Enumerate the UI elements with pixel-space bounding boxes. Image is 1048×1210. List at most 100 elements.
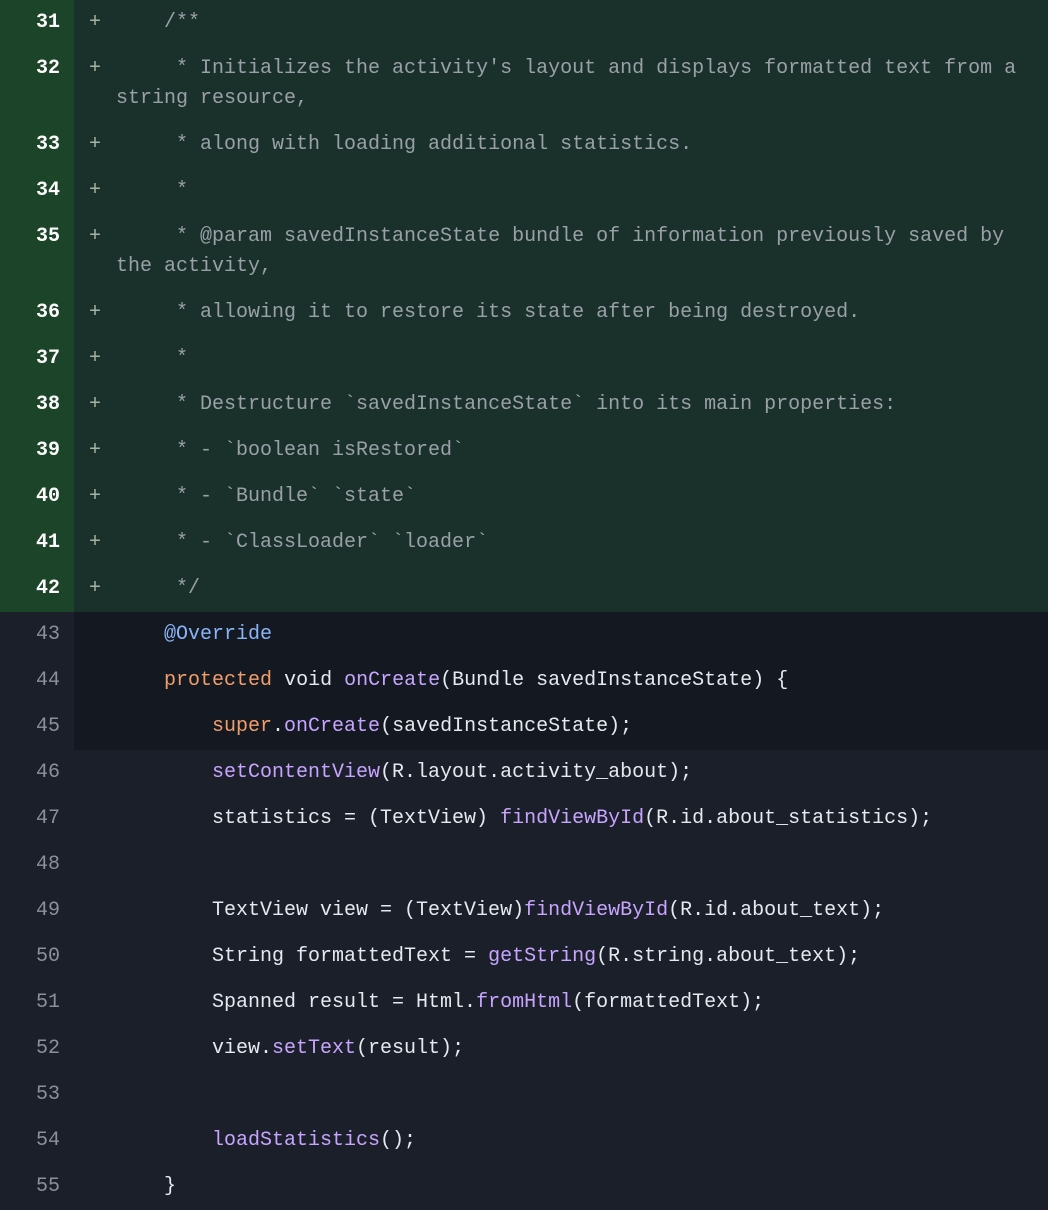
diff-marker <box>74 796 116 842</box>
diff-line[interactable]: 51 Spanned result = Html.fromHtml(format… <box>0 980 1048 1026</box>
diff-line[interactable]: 53 <box>0 1072 1048 1118</box>
code-cell[interactable]: setContentView(R.layout.activity_about); <box>116 750 1048 796</box>
line-number[interactable]: 32 <box>0 46 74 122</box>
line-number[interactable]: 44 <box>0 658 74 704</box>
line-number[interactable]: 33 <box>0 122 74 168</box>
diff-line[interactable]: 34+ * <box>0 168 1048 214</box>
code-cell[interactable]: * - `Bundle` `state` <box>116 474 1048 520</box>
diff-line[interactable]: 39+ * - `boolean isRestored` <box>0 428 1048 474</box>
code-cell[interactable]: loadStatistics(); <box>116 1118 1048 1164</box>
line-number[interactable]: 53 <box>0 1072 74 1118</box>
diff-line[interactable]: 48 <box>0 842 1048 888</box>
line-number[interactable]: 40 <box>0 474 74 520</box>
code-token: } <box>164 1175 176 1198</box>
code-token: void <box>284 669 332 692</box>
code-cell[interactable] <box>116 1072 1048 1118</box>
diff-line[interactable]: 44 protected void onCreate(Bundle savedI… <box>0 658 1048 704</box>
diff-line[interactable]: 40+ * - `Bundle` `state` <box>0 474 1048 520</box>
code-cell[interactable]: * Destructure `savedInstanceState` into … <box>116 382 1048 428</box>
diff-line[interactable]: 55 } <box>0 1164 1048 1210</box>
code-cell[interactable]: super.onCreate(savedInstanceState); <box>116 704 1048 750</box>
line-number[interactable]: 50 <box>0 934 74 980</box>
line-number[interactable]: 55 <box>0 1164 74 1210</box>
diff-line[interactable]: 45 super.onCreate(savedInstanceState); <box>0 704 1048 750</box>
line-number[interactable]: 47 <box>0 796 74 842</box>
diff-marker: + <box>74 520 116 566</box>
code-token: (R.string.about_text); <box>596 945 860 968</box>
code-cell[interactable]: * <box>116 168 1048 214</box>
line-number[interactable]: 52 <box>0 1026 74 1072</box>
code-cell[interactable]: * - `ClassLoader` `loader` <box>116 520 1048 566</box>
code-cell[interactable]: * Initializes the activity's layout and … <box>116 46 1048 122</box>
line-number[interactable]: 43 <box>0 612 74 658</box>
diff-line[interactable]: 32+ * Initializes the activity's layout … <box>0 46 1048 122</box>
code-token: (R.id.about_text); <box>668 899 884 922</box>
code-cell[interactable]: /** <box>116 0 1048 46</box>
line-number[interactable]: 34 <box>0 168 74 214</box>
code-cell[interactable]: view.setText(result); <box>116 1026 1048 1072</box>
code-token: (); <box>380 1129 416 1152</box>
diff-line[interactable]: 37+ * <box>0 336 1048 382</box>
code-token: ( <box>440 669 452 692</box>
code-cell[interactable]: * - `boolean isRestored` <box>116 428 1048 474</box>
diff-marker: + <box>74 290 116 336</box>
code-cell[interactable]: @Override <box>116 612 1048 658</box>
line-number[interactable]: 35 <box>0 214 74 290</box>
diff-line[interactable]: 31+ /** <box>0 0 1048 46</box>
diff-line[interactable]: 41+ * - `ClassLoader` `loader` <box>0 520 1048 566</box>
diff-line[interactable]: 49 TextView view = (TextView)findViewByI… <box>0 888 1048 934</box>
diff-line[interactable]: 50 String formattedText = getString(R.st… <box>0 934 1048 980</box>
line-number[interactable]: 51 <box>0 980 74 1026</box>
diff-line[interactable]: 52 view.setText(result); <box>0 1026 1048 1072</box>
code-cell[interactable]: * allowing it to restore its state after… <box>116 290 1048 336</box>
code-cell[interactable]: * along with loading additional statisti… <box>116 122 1048 168</box>
line-number[interactable]: 42 <box>0 566 74 612</box>
diff-marker: + <box>74 0 116 46</box>
diff-line[interactable]: 54 loadStatistics(); <box>0 1118 1048 1164</box>
code-token: findViewById <box>500 807 644 830</box>
code-cell[interactable]: Spanned result = Html.fromHtml(formatted… <box>116 980 1048 1026</box>
code-cell[interactable]: statistics = (TextView) findViewById(R.i… <box>116 796 1048 842</box>
code-token: * - `Bundle` `state` <box>176 485 416 508</box>
diff-line[interactable]: 36+ * allowing it to restore its state a… <box>0 290 1048 336</box>
code-token: TextView view = (TextView) <box>212 899 524 922</box>
code-token: (formattedText); <box>572 991 764 1014</box>
line-number[interactable]: 46 <box>0 750 74 796</box>
diff-line[interactable]: 33+ * along with loading additional stat… <box>0 122 1048 168</box>
line-number[interactable]: 54 <box>0 1118 74 1164</box>
line-number[interactable]: 48 <box>0 842 74 888</box>
code-token: /** <box>164 11 200 34</box>
code-cell[interactable] <box>116 842 1048 888</box>
line-number[interactable]: 31 <box>0 0 74 46</box>
code-token: loadStatistics <box>212 1129 380 1152</box>
line-number[interactable]: 37 <box>0 336 74 382</box>
code-cell[interactable]: TextView view = (TextView)findViewById(R… <box>116 888 1048 934</box>
code-token: * - `boolean isRestored` <box>176 439 464 462</box>
code-token: Spanned result = Html. <box>212 991 476 1014</box>
line-number[interactable]: 49 <box>0 888 74 934</box>
diff-marker <box>74 612 116 658</box>
diff-line[interactable]: 43 @Override <box>0 612 1048 658</box>
diff-line[interactable]: 47 statistics = (TextView) findViewById(… <box>0 796 1048 842</box>
diff-line[interactable]: 46 setContentView(R.layout.activity_abou… <box>0 750 1048 796</box>
line-number[interactable]: 39 <box>0 428 74 474</box>
code-token: super <box>212 715 272 738</box>
diff-line[interactable]: 38+ * Destructure `savedInstanceState` i… <box>0 382 1048 428</box>
line-number[interactable]: 38 <box>0 382 74 428</box>
code-cell[interactable]: } <box>116 1164 1048 1210</box>
code-token: * - `ClassLoader` `loader` <box>176 531 488 554</box>
line-number[interactable]: 45 <box>0 704 74 750</box>
diff-line[interactable]: 35+ * @param savedInstanceState bundle o… <box>0 214 1048 290</box>
code-cell[interactable]: protected void onCreate(Bundle savedInst… <box>116 658 1048 704</box>
line-number[interactable]: 41 <box>0 520 74 566</box>
diff-marker: + <box>74 122 116 168</box>
code-cell[interactable]: String formattedText = getString(R.strin… <box>116 934 1048 980</box>
code-cell[interactable]: * <box>116 336 1048 382</box>
code-cell[interactable]: * @param savedInstanceState bundle of in… <box>116 214 1048 290</box>
line-number[interactable]: 36 <box>0 290 74 336</box>
diff-marker: + <box>74 382 116 428</box>
code-token: onCreate <box>344 669 440 692</box>
diff-line[interactable]: 42+ */ <box>0 566 1048 612</box>
code-token: (R.id.about_statistics); <box>644 807 932 830</box>
code-cell[interactable]: */ <box>116 566 1048 612</box>
